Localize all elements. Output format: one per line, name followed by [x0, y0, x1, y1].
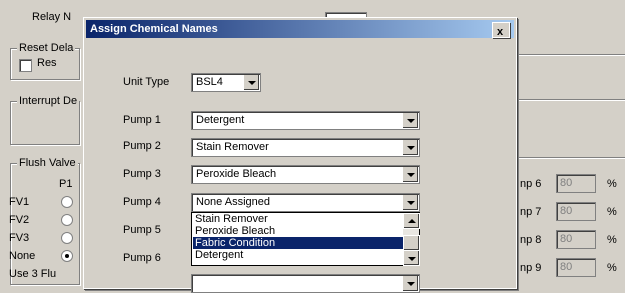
right-divider [517, 54, 625, 56]
pump8-percent-label: np 8 [520, 234, 542, 246]
dropdown-option-selected[interactable]: Fabric Condition [193, 237, 403, 249]
dialog-title: Assign Chemical Names [90, 23, 218, 35]
pump7-select[interactable] [191, 274, 420, 293]
percent-unit: % [607, 178, 617, 190]
fv2-radio[interactable] [61, 214, 73, 226]
chevron-down-icon[interactable] [243, 75, 259, 90]
pump3-label: Pump 3 [123, 168, 161, 180]
close-button[interactable]: x [492, 22, 510, 38]
right-divider [517, 157, 625, 159]
pump3-value: Peroxide Bleach [196, 168, 277, 180]
dropdown-option[interactable]: Detergent [193, 249, 403, 261]
scroll-thumb[interactable] [403, 235, 420, 251]
pump5-label: Pump 5 [123, 224, 161, 236]
percent-unit: % [607, 206, 617, 218]
p1-header: P1 [59, 178, 73, 190]
pump2-select[interactable]: Stain Remover [191, 138, 420, 157]
reset-delay-group: Reset Dela Res [10, 42, 80, 80]
pump6-percent-label: np 6 [520, 178, 542, 190]
pump8-percent-field[interactable]: 80 [556, 230, 596, 249]
interrupt-delay-group: Interrupt De [10, 95, 80, 145]
percent-unit: % [607, 262, 617, 274]
relay-label: Relay N [32, 11, 72, 23]
close-icon: x [497, 26, 504, 38]
pump7-percent-label: np 7 [520, 206, 542, 218]
use-3-flush-label: Use 3 Flu [9, 268, 57, 280]
unit-type-select[interactable]: BSL4 [191, 73, 261, 92]
pump2-label: Pump 2 [123, 140, 161, 152]
pump1-value: Detergent [196, 114, 245, 126]
fv1-label: FV1 [9, 196, 30, 208]
chevron-down-icon[interactable] [402, 195, 418, 210]
scroll-up-icon[interactable] [403, 213, 420, 229]
pump4-dropdown-list[interactable]: Stain Remover Peroxide Bleach Fabric Con… [191, 212, 420, 266]
fv3-radio[interactable] [61, 232, 73, 244]
pump7-percent-value: 80 [560, 205, 573, 217]
reset-delay-group-title: Reset Dela [17, 42, 76, 54]
pump4-select[interactable]: None Assigned [191, 193, 420, 212]
pump8-percent-value: 80 [560, 233, 573, 245]
pump2-value: Stain Remover [196, 141, 269, 153]
right-divider [517, 99, 625, 101]
pump4-label: Pump 4 [123, 196, 161, 208]
flush-valve-group: Flush Valve P1 FV1 FV2 FV3 None Use 3 Fl… [9, 157, 80, 285]
scroll-down-icon[interactable] [403, 250, 420, 266]
pump9-percent-field[interactable]: 80 [556, 258, 596, 277]
unit-type-label: Unit Type [123, 76, 170, 88]
dropdown-option[interactable]: Stain Remover [193, 213, 403, 225]
unit-type-value: BSL4 [196, 76, 223, 88]
chevron-down-icon[interactable] [402, 167, 418, 182]
none-radio[interactable] [61, 250, 73, 262]
dropdown-scrollbar[interactable] [403, 213, 420, 266]
percent-unit: % [607, 234, 617, 246]
dialog-title-bar[interactable]: Assign Chemical Names x [86, 20, 514, 38]
pump9-percent-value: 80 [560, 261, 573, 273]
fv2-label: FV2 [9, 214, 30, 226]
fv3-label: FV3 [9, 232, 30, 244]
pump1-label: Pump 1 [123, 114, 161, 126]
flush-valve-group-title: Flush Valve [17, 157, 78, 169]
pump6-percent-field[interactable]: 80 [556, 174, 596, 193]
reset-checkbox-label: Res [37, 57, 57, 69]
chevron-down-icon[interactable] [402, 140, 418, 155]
none-label: None [9, 250, 36, 262]
pump4-value: None Assigned [196, 196, 270, 208]
pump6-label: Pump 6 [123, 252, 161, 264]
pump1-select[interactable]: Detergent [191, 111, 420, 130]
pump7-percent-field[interactable]: 80 [556, 202, 596, 221]
dropdown-option[interactable]: Peroxide Bleach [193, 225, 403, 237]
chevron-down-icon[interactable] [402, 113, 418, 128]
interrupt-delay-group-title: Interrupt De [17, 95, 80, 107]
fv1-radio[interactable] [61, 196, 73, 208]
pump3-select[interactable]: Peroxide Bleach [191, 165, 420, 184]
reset-checkbox[interactable] [19, 59, 32, 72]
pump9-percent-label: np 9 [520, 262, 542, 274]
pump6-percent-value: 80 [560, 177, 573, 189]
chevron-down-icon[interactable] [402, 276, 418, 291]
